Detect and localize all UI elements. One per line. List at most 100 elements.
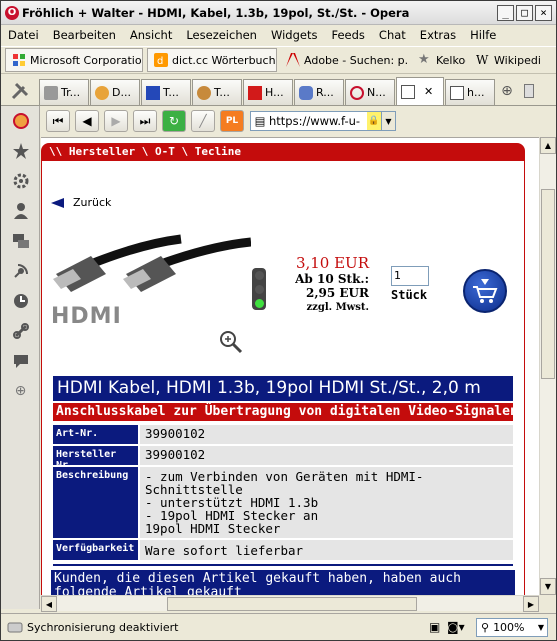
- reload-button[interactable]: ↻: [162, 110, 186, 132]
- close-button[interactable]: ×: [535, 5, 552, 21]
- gear-icon: [13, 173, 28, 189]
- dropdown-arrow-icon[interactable]: ▼: [381, 112, 395, 130]
- close-tab-icon[interactable]: ✕: [424, 85, 433, 98]
- add-to-cart-button[interactable]: [463, 269, 507, 313]
- panel-opera-button[interactable]: [1, 106, 40, 136]
- new-tab-button[interactable]: ⊕: [496, 76, 518, 105]
- sync-status[interactable]: Sychronisierung deaktiviert: [7, 620, 178, 634]
- menu-widgets[interactable]: Widgets: [264, 28, 325, 42]
- page-viewport: \\ Hersteller \ O-T \ Tecline Zurück HDM…: [41, 137, 539, 595]
- tab-1[interactable]: Tr...: [39, 79, 89, 105]
- tools-icon: [44, 85, 58, 100]
- tab-6[interactable]: R...: [294, 79, 344, 105]
- page-icon: [450, 85, 464, 100]
- menu-hilfe[interactable]: Hilfe: [463, 28, 503, 42]
- panel-widgets-button[interactable]: [1, 166, 40, 196]
- back-button[interactable]: ◀: [75, 110, 99, 132]
- panel-add-button[interactable]: ⊕: [1, 376, 40, 406]
- panel-links-button[interactable]: [1, 316, 40, 346]
- navigation-toolbar: ⏮ ◀ ▶ ⏭ ↻ ╱ PL ▤ https://www.f-u- 🔒 ▼: [41, 107, 556, 135]
- tab-active[interactable]: ✕: [396, 77, 444, 105]
- red-icon: [248, 85, 262, 100]
- cart-icon: [473, 279, 498, 303]
- related-articles-heading: Kunden, die diesen Artikel gekauft haben…: [51, 570, 515, 595]
- menu-ansicht[interactable]: Ansicht: [123, 28, 179, 42]
- quantity-label: Stück: [391, 288, 428, 302]
- scroll-thumb[interactable]: [167, 597, 417, 611]
- menu-extras[interactable]: Extras: [413, 28, 463, 42]
- tab-4[interactable]: T...: [192, 79, 242, 105]
- tab-7[interactable]: N...: [345, 79, 395, 105]
- back-link[interactable]: Zurück: [51, 196, 111, 209]
- pl-button[interactable]: PL: [220, 110, 244, 132]
- star-icon: [12, 143, 29, 159]
- title-bar[interactable]: O Fröhlich + Walter - HDMI, Kabel, 1.3b,…: [1, 1, 556, 25]
- pencil-icon: ╱: [199, 114, 207, 128]
- dropdown-arrow-icon: ▼: [537, 623, 544, 632]
- side-panel: ⊕: [1, 106, 40, 609]
- tab-bar: Tr... D... T... T... H... R... N... ✕ h.…: [1, 76, 556, 106]
- description-line: 19pol HDMI Stecker: [145, 521, 281, 536]
- scroll-left-icon[interactable]: ◀: [41, 596, 57, 612]
- maximize-button[interactable]: □: [516, 5, 533, 21]
- panel-chat-button[interactable]: [1, 346, 40, 376]
- tab-5[interactable]: H...: [243, 79, 293, 105]
- camera-icon[interactable]: ◙▾: [447, 620, 465, 634]
- panel-contacts-button[interactable]: [1, 196, 40, 226]
- panel-toggle-button[interactable]: [1, 76, 39, 105]
- magnify-icon[interactable]: [219, 330, 243, 357]
- scroll-thumb[interactable]: [541, 189, 555, 379]
- minimize-button[interactable]: _: [497, 5, 514, 21]
- menu-bearbeiten[interactable]: Bearbeiten: [46, 28, 123, 42]
- edit-button[interactable]: ╱: [191, 110, 215, 132]
- price: 3,10 EUR: [295, 254, 369, 272]
- breadcrumb[interactable]: \\ Hersteller \ O-T \ Tecline: [41, 143, 525, 161]
- bookmark-microsoft[interactable]: Microsoft Corporation: [5, 48, 143, 72]
- sync-icon: [7, 622, 23, 633]
- tab-3[interactable]: T...: [141, 79, 191, 105]
- page-icon: [401, 84, 415, 99]
- panel-windows-button[interactable]: [1, 226, 40, 256]
- bookmark-kelkoo[interactable]: ★ Kelkoo: [411, 48, 467, 72]
- tab-label: D...: [112, 86, 131, 99]
- status-bar: Sychronisierung deaktiviert ▣ ◙▾ ⚲ 100% …: [1, 613, 556, 640]
- quantity-input[interactable]: 1: [391, 266, 429, 286]
- scroll-right-icon[interactable]: ▶: [523, 596, 539, 612]
- tab-9[interactable]: h...: [445, 79, 495, 105]
- menu-chat[interactable]: Chat: [372, 28, 413, 42]
- tab-label: T...: [163, 86, 179, 99]
- back-arrow-icon: [51, 197, 64, 208]
- blue-icon: [299, 85, 313, 100]
- scroll-up-icon[interactable]: ▲: [540, 137, 556, 154]
- product-image[interactable]: HDMI: [51, 234, 252, 332]
- panel-transfers-button[interactable]: [1, 256, 40, 286]
- page-icon: ▤: [254, 114, 266, 128]
- tab-2[interactable]: D...: [90, 79, 140, 105]
- spec-row-manufacturer: Hersteller Nr. 39900102: [53, 446, 513, 471]
- address-bar[interactable]: ▤ https://www.f-u- 🔒 ▼: [250, 111, 396, 131]
- forward-button[interactable]: ▶: [104, 110, 128, 132]
- panel-history-button[interactable]: [1, 286, 40, 316]
- horizontal-scrollbar[interactable]: ◀ ▶: [41, 595, 539, 612]
- rewind-button[interactable]: ⏮: [46, 110, 70, 132]
- scroll-down-icon[interactable]: ▼: [540, 578, 556, 595]
- panel-bookmarks-button[interactable]: [1, 136, 40, 166]
- speaker-icon[interactable]: ▣: [429, 620, 440, 634]
- menu-lesezeichen[interactable]: Lesezeichen: [179, 28, 264, 42]
- trash-button[interactable]: [518, 76, 540, 105]
- bulk-price: 2,95 EUR: [306, 286, 369, 300]
- menu-feeds[interactable]: Feeds: [324, 28, 371, 42]
- spec-label: Beschreibung: [53, 467, 138, 538]
- menu-datei[interactable]: Datei: [1, 28, 46, 42]
- price-block: 3,10 EUR Ab 10 Stk.: 2,95 EUR zzgl. Mwst…: [273, 254, 369, 313]
- lock-icon[interactable]: 🔒: [367, 112, 381, 130]
- bookmark-adobe[interactable]: Adobe - Suchen: p...: [279, 48, 409, 72]
- hdmi-logo: HDMI: [51, 304, 122, 329]
- bookmark-wikipedia[interactable]: W Wikipedia: [469, 48, 541, 72]
- fast-forward-button[interactable]: ⏭: [133, 110, 157, 132]
- zoom-select[interactable]: ⚲ 100% ▼: [476, 618, 548, 637]
- product-subtitle: Anschlusskabel zur Übertragung von digit…: [53, 403, 513, 421]
- bookmarks-bar: Microsoft Corporation d dict.cc Wörterbu…: [1, 46, 556, 74]
- bookmark-dict[interactable]: d dict.cc Wörterbuch : ...: [147, 48, 277, 72]
- vertical-scrollbar[interactable]: ▲ ▼: [539, 137, 556, 595]
